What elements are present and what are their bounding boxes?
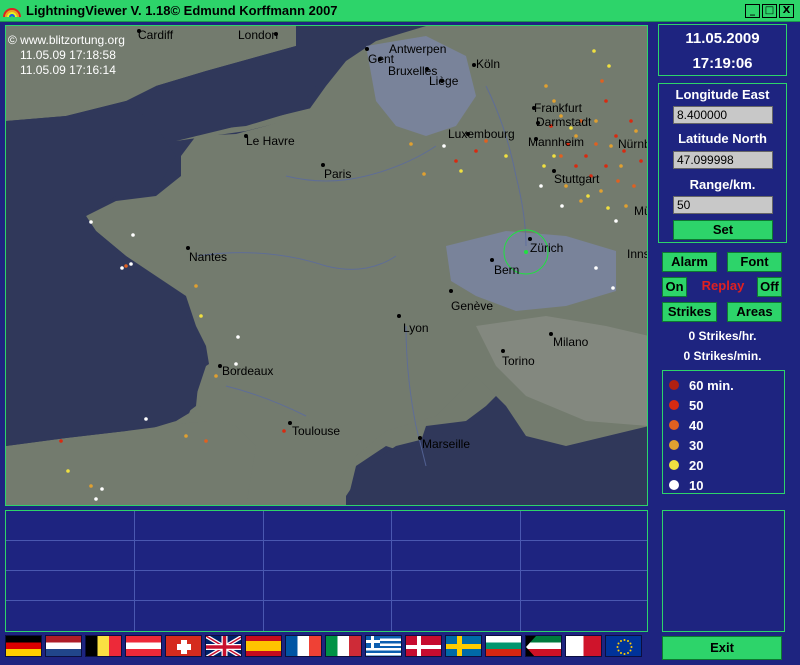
flag-kuwait-button[interactable] [525, 635, 562, 657]
legend-dot-icon [669, 460, 679, 470]
flag-greece-button[interactable] [365, 635, 402, 657]
city-label: Zürich [530, 241, 564, 255]
strikes-per-minute: 0 Strikes/min. [683, 349, 762, 363]
city-label: Le Havre [246, 134, 295, 148]
font-button[interactable]: Font [727, 252, 782, 272]
flag-italy-button[interactable] [325, 635, 362, 657]
exit-button[interactable]: Exit [662, 636, 782, 660]
legend-dot-icon [669, 380, 679, 390]
legend-label: 60 min. [689, 377, 734, 393]
legend-item: 60 min. [669, 376, 734, 394]
city-label: London [238, 28, 279, 42]
longitude-field[interactable]: 8.400000 [673, 106, 773, 124]
city-label: Nantes [189, 250, 228, 264]
city-label: Lyon [403, 321, 429, 335]
age-legend: 60 min. 50 40 30 20 10 [662, 370, 785, 494]
flag-france-button[interactable] [285, 635, 322, 657]
city-label: Bordeaux [222, 364, 274, 378]
legend-item: 20 [669, 456, 703, 474]
flag-germany-button[interactable] [5, 635, 42, 657]
legend-item: 40 [669, 416, 703, 434]
flag-switzerland-button[interactable] [165, 635, 202, 657]
latitude-label: Latitude North [678, 131, 767, 146]
legend-label: 10 [689, 477, 704, 493]
replay-on-button[interactable]: On [662, 277, 687, 297]
alarm-button[interactable]: Alarm [662, 252, 717, 272]
datetime-display: 11.05.2009 17:19:06 [658, 24, 787, 76]
city-label: Genève [451, 299, 494, 313]
legend-label: 20 [689, 457, 704, 473]
range-field[interactable]: 50 [673, 196, 773, 214]
flag-austria-button[interactable] [125, 635, 162, 657]
flag-netherlands-button[interactable] [45, 635, 82, 657]
window-title: LightningViewer V. 1.18© Edmund Korffman… [26, 3, 338, 18]
minimize-button[interactable]: _ [745, 4, 760, 18]
city-label: Marseille [422, 437, 471, 451]
range-label: Range/km. [689, 177, 756, 192]
title-bar[interactable]: LightningViewer V. 1.18© Edmund Korffman… [0, 0, 800, 22]
observer-dot [524, 250, 528, 254]
flag-denmark-button[interactable] [405, 635, 442, 657]
flag-uk-button[interactable] [205, 635, 242, 657]
longitude-label: Longitude East [675, 87, 770, 102]
city-label: Mü [634, 204, 647, 218]
city-label: Inns [627, 247, 648, 261]
legend-label: 30 [689, 437, 704, 453]
replay-off-button[interactable]: Off [757, 277, 782, 297]
update-time-1: 11.05.09 17:18:58 [20, 48, 116, 62]
city-label: Cardiff [138, 28, 174, 42]
city-label: Darmstadt [536, 115, 592, 129]
city-label: Frankfurt [534, 101, 583, 115]
legend-dot-icon [669, 420, 679, 430]
city-label: Paris [324, 167, 352, 181]
source-credit: © www.blitzortung.org [8, 33, 125, 47]
city-label: Liège [429, 74, 459, 88]
city-label: Bern [494, 263, 520, 277]
city-label: Stuttgart [554, 172, 600, 186]
flag-bulgaria-button[interactable] [485, 635, 522, 657]
city-label: Milano [553, 335, 589, 349]
flag-belgium-button[interactable] [85, 635, 122, 657]
city-label: Nürnb [618, 137, 648, 151]
rainbow-icon [3, 8, 21, 18]
eu-stars-icon [616, 639, 633, 655]
language-flags [5, 635, 650, 659]
city-label: Köln [476, 57, 501, 71]
close-button[interactable]: X [779, 4, 794, 18]
strikes-button[interactable]: Strikes [662, 302, 717, 322]
italy-region [476, 316, 647, 426]
legend-label: 40 [689, 417, 704, 433]
replay-label: Replay [701, 278, 745, 293]
legend-dot-icon [669, 440, 679, 450]
time-text: 17:19:06 [692, 55, 753, 72]
lightning-map[interactable]: © www.blitzortung.org 11.05.09 17:18:58 … [5, 25, 648, 506]
legend-item: 50 [669, 396, 703, 414]
legend-dot-icon [669, 480, 679, 490]
city-label: Luxembourg [448, 127, 515, 141]
city-label: Torino [502, 354, 535, 368]
date-text: 11.05.2009 [685, 30, 760, 47]
city-label: Antwerpen [389, 42, 447, 56]
flag-sweden-button[interactable] [445, 635, 482, 657]
legend-item: 30 [669, 436, 703, 454]
maximize-button[interactable]: □ [762, 4, 777, 18]
legend-label: 50 [689, 397, 704, 413]
areas-button[interactable]: Areas [727, 302, 782, 322]
flag-malta-button[interactable] [565, 635, 602, 657]
flag-eu-button[interactable] [605, 635, 642, 657]
legend-item: 10 [669, 476, 703, 494]
strike-table [5, 510, 648, 632]
location-settings: Longitude East 8.400000 Latitude North 4… [658, 83, 787, 243]
legend-dot-icon [669, 400, 679, 410]
city-label: Toulouse [292, 424, 341, 438]
set-button[interactable]: Set [673, 220, 773, 240]
city-label: Mannheim [528, 135, 585, 149]
strikes-per-hour: 0 Strikes/hr. [688, 329, 757, 343]
update-time-2: 11.05.09 17:16:14 [20, 63, 116, 77]
flag-spain-button[interactable] [245, 635, 282, 657]
latitude-field[interactable]: 47.099998 [673, 151, 773, 169]
app-window: LightningViewer V. 1.18© Edmund Korffman… [0, 0, 800, 665]
activity-graph [662, 510, 785, 632]
